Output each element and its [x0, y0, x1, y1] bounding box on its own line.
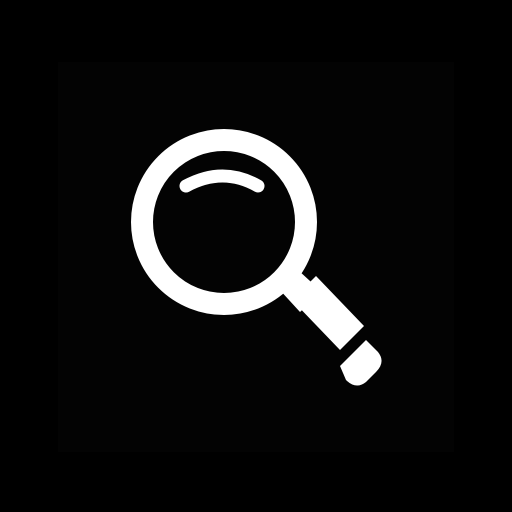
- magnifying-glass-icon: [0, 0, 512, 512]
- icon-canvas: [0, 0, 512, 512]
- handle-grip: [340, 340, 382, 386]
- lens-highlight: [179, 169, 265, 193]
- lens-ring: [131, 129, 317, 315]
